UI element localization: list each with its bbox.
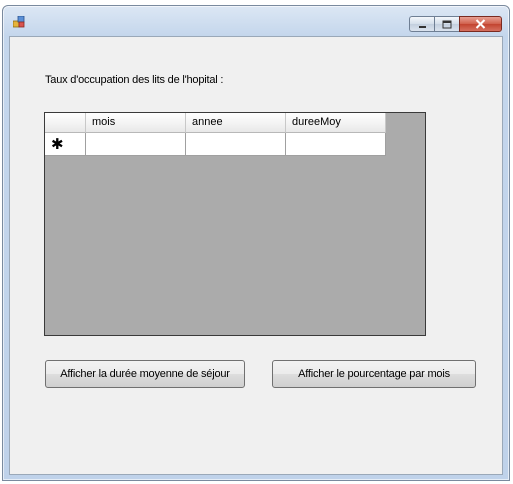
new-row-header[interactable]: ✱ bbox=[45, 133, 86, 156]
data-grid[interactable]: mois annee dureeMoy ✱ bbox=[44, 112, 426, 336]
close-button[interactable] bbox=[459, 16, 502, 32]
form-label: Taux d'occupation des lits de l'hopital … bbox=[45, 74, 224, 86]
show-monthly-percentage-button[interactable]: Afficher le pourcentage par mois bbox=[272, 360, 476, 388]
column-header-dureemoy[interactable]: dureeMoy bbox=[286, 113, 386, 133]
column-header-mois[interactable]: mois bbox=[86, 113, 186, 133]
app-window: Taux d'occupation des lits de l'hopital … bbox=[2, 5, 510, 481]
cell-dureemoy[interactable] bbox=[286, 133, 386, 156]
caption-buttons bbox=[409, 16, 502, 32]
grid-header-row: mois annee dureeMoy bbox=[45, 113, 386, 133]
show-average-stay-button[interactable]: Afficher la durée moyenne de séjour bbox=[45, 360, 245, 388]
title-bar[interactable] bbox=[3, 6, 509, 36]
app-icon bbox=[12, 15, 25, 28]
cell-annee[interactable] bbox=[186, 133, 286, 156]
maximize-icon bbox=[442, 20, 452, 28]
form-client-area: Taux d'occupation des lits de l'hopital … bbox=[9, 36, 503, 475]
grid-new-row: ✱ bbox=[45, 133, 386, 156]
grid-corner-header[interactable] bbox=[45, 113, 86, 133]
minimize-icon bbox=[418, 25, 426, 28]
maximize-button[interactable] bbox=[434, 16, 459, 32]
column-header-annee[interactable]: annee bbox=[186, 113, 286, 133]
cell-mois[interactable] bbox=[86, 133, 186, 156]
new-row-marker-icon: ✱ bbox=[51, 136, 64, 153]
close-icon bbox=[475, 19, 486, 29]
minimize-button[interactable] bbox=[409, 16, 434, 32]
